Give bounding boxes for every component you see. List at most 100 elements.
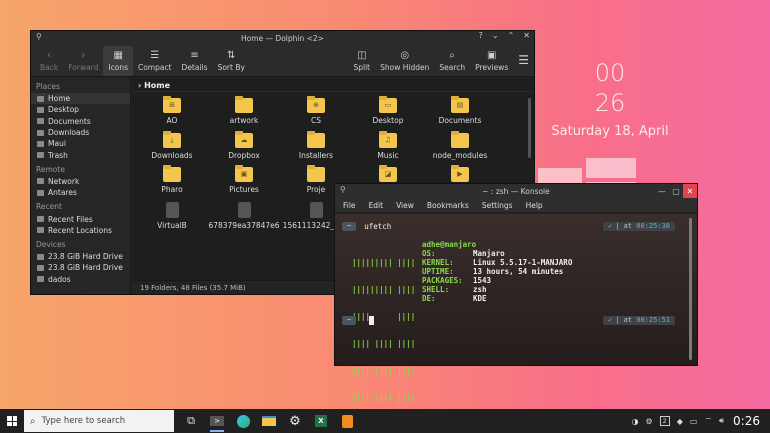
excel-icon[interactable]: X xyxy=(308,409,334,433)
sidebar-item-home[interactable]: Home xyxy=(31,93,130,105)
file-label: Music xyxy=(377,150,399,160)
pin-icon[interactable]: ⚲ xyxy=(36,32,42,41)
sidebar-item-downloads[interactable]: Downloads xyxy=(31,127,130,138)
file-label: VirtualB xyxy=(157,220,187,230)
file-explorer-icon[interactable] xyxy=(256,409,282,433)
file-item[interactable]: Installers xyxy=(280,130,352,160)
hard-drive-icon xyxy=(37,253,44,260)
recent-files-icon xyxy=(37,216,44,223)
dolphin-toolbar: ‹ Back › Forward ▦ Icons ☰ Compact ≡ Details … xyxy=(31,45,534,77)
sidebar-item-recent-locations[interactable]: Recent Locations xyxy=(31,225,130,236)
close-icon[interactable]: ✕ xyxy=(523,31,530,40)
hard-drive-icon xyxy=(37,276,44,283)
sort-by-button[interactable]: ⇅ Sort By xyxy=(213,46,250,76)
start-button[interactable] xyxy=(0,409,24,433)
forward-button[interactable]: › Forward xyxy=(63,46,103,76)
sidebar-item-documents[interactable]: Documents xyxy=(31,116,130,127)
menu-bookmarks[interactable]: Bookmarks xyxy=(427,201,469,210)
hard-drive-icon xyxy=(37,264,44,271)
tray-app-icon[interactable]: ◑ xyxy=(631,417,638,426)
file-item[interactable]: ☁ Dropbox xyxy=(208,130,280,160)
maximize-icon[interactable]: ⌃ xyxy=(508,31,515,40)
taskbar-search[interactable]: ⌕ Type here to search xyxy=(24,410,174,432)
sidebar-item-recent-files[interactable]: Recent Files xyxy=(31,213,130,224)
folder-icon xyxy=(37,189,44,196)
file-item[interactable]: ▭ Desktop xyxy=(352,96,424,125)
sidebar-item-trash[interactable]: Trash xyxy=(31,149,130,160)
back-button[interactable]: ‹ Back xyxy=(35,46,63,76)
taskbar-clock[interactable]: 0:26 xyxy=(733,414,760,428)
menu-view[interactable]: View xyxy=(396,201,414,210)
menu-edit[interactable]: Edit xyxy=(369,201,384,210)
tray-volume-icon[interactable]: 🔊︎ xyxy=(719,416,724,426)
menu-button[interactable]: ☰ xyxy=(513,46,534,76)
search-button[interactable]: ⌕ Search xyxy=(434,46,470,76)
sidebar-item-network[interactable]: Network xyxy=(31,176,130,187)
tray-dropbox-icon[interactable]: ◆ xyxy=(677,417,683,426)
folder-icon xyxy=(451,130,469,148)
tray-network-icon[interactable]: ▭ xyxy=(690,417,698,426)
settings-gear-icon[interactable]: ⚙ xyxy=(282,409,308,433)
terminal-scrollbar[interactable] xyxy=(689,218,692,360)
file-item[interactable]: node_modules xyxy=(424,130,496,160)
breadcrumb[interactable]: › Home xyxy=(132,78,534,92)
edge-browser-icon[interactable] xyxy=(230,409,256,433)
file-item[interactable]: VirtualB xyxy=(136,201,208,230)
sidebar-item-dados[interactable]: dados xyxy=(31,274,130,285)
folder-glyph-icon: ▶ xyxy=(457,170,463,178)
maximize-icon[interactable]: ▢ xyxy=(669,184,683,198)
sublime-text-icon[interactable] xyxy=(334,409,360,433)
file-item[interactable]: Pharo xyxy=(136,165,208,194)
sidebar-item-drive-2[interactable]: 23.8 GiB Hard Drive xyxy=(31,262,130,273)
icons-view-button[interactable]: ▦ Icons xyxy=(103,45,133,76)
file-item[interactable]: ⊞ AO xyxy=(136,96,208,125)
minimize-icon[interactable]: — xyxy=(655,184,669,198)
previews-button[interactable]: ▣ Previews xyxy=(470,46,513,76)
show-hidden-button[interactable]: ◎ Show Hidden xyxy=(375,46,434,76)
menu-help[interactable]: Help xyxy=(526,201,543,210)
file-label: Documents xyxy=(438,116,482,125)
search-icon: ⌕ xyxy=(449,49,456,61)
help-icon[interactable]: ? xyxy=(479,31,483,40)
file-label: Pictures xyxy=(229,185,259,194)
trash-icon xyxy=(37,152,44,159)
folder-glyph-icon: ▤ xyxy=(456,101,464,109)
breadcrumb-home[interactable]: Home xyxy=(144,81,170,90)
time-badge-1: ✓ | at 00:25:38 xyxy=(602,222,675,231)
menu-file[interactable]: File xyxy=(343,201,356,210)
file-label: Dropbox xyxy=(228,150,260,160)
split-button[interactable]: ◫ Split xyxy=(348,46,375,76)
dolphin-titlebar[interactable]: ⚲ Home — Dolphin <2> ? ⌄ ⌃ ✕ xyxy=(31,31,534,45)
details-view-button[interactable]: ≡ Details xyxy=(177,46,213,76)
terminal-area[interactable]: ~ ufetch ✓ | at 00:25:38 ||||||||| |||| |… xyxy=(335,214,697,429)
minimize-icon[interactable]: ⌄ xyxy=(492,31,499,40)
sidebar-item-desktop[interactable]: Desktop xyxy=(31,104,130,115)
file-label: Pharo xyxy=(161,185,183,194)
file-item[interactable]: ▤ Documents xyxy=(424,96,496,125)
terminal-app-icon[interactable]: > xyxy=(204,409,230,433)
compact-view-button[interactable]: ☰ Compact xyxy=(133,46,177,76)
menu-settings[interactable]: Settings xyxy=(482,201,513,210)
pin-icon[interactable]: ⚲ xyxy=(340,185,346,194)
sidebar-item-drive-1[interactable]: 23.8 GiB Hard Drive xyxy=(31,251,130,262)
sidebar-item-antares[interactable]: Antares xyxy=(31,187,130,198)
user-host: adhe@manjaro xyxy=(422,240,477,249)
tray-steam-icon[interactable]: ⚙ xyxy=(645,417,652,426)
file-item[interactable]: ⊕ CS xyxy=(280,96,352,125)
file-item[interactable]: artwork xyxy=(208,96,280,125)
sidebar-item-maui[interactable]: Maui xyxy=(31,138,130,149)
file-item[interactable]: 678379ea37847e6 xyxy=(208,201,280,230)
hamburger-icon: ☰ xyxy=(518,53,529,67)
konsole-window[interactable]: ⚲ ~ : zsh — Konsole — ▢ ✕ File Edit View… xyxy=(334,183,698,429)
file-item[interactable]: ♫ Music xyxy=(352,130,424,160)
task-view-icon[interactable]: ⧉ xyxy=(178,409,204,433)
file-view-scrollbar[interactable] xyxy=(528,98,531,158)
file-item[interactable]: ⤓ Downloads xyxy=(136,130,208,160)
konsole-titlebar[interactable]: ⚲ ~ : zsh — Konsole — ▢ ✕ xyxy=(335,184,697,198)
notification-count-badge[interactable]: 2 xyxy=(659,416,670,426)
prompt-line-2: ~ xyxy=(342,316,357,325)
folder-icon xyxy=(163,165,181,182)
tray-wifi-icon[interactable]: ⌔ xyxy=(704,416,712,426)
close-icon[interactable]: ✕ xyxy=(683,184,697,198)
file-item[interactable]: ▣ Pictures xyxy=(208,165,280,194)
